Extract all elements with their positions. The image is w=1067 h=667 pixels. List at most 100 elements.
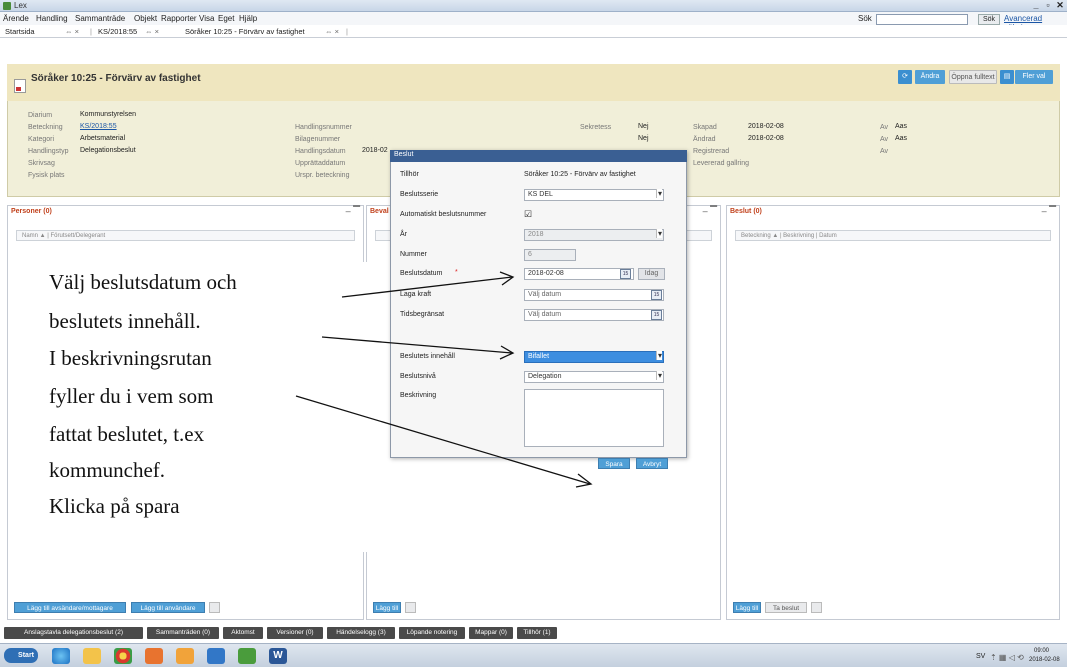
menu-rapporter[interactable]: Rapporter xyxy=(161,14,197,23)
beteckning-link[interactable]: KS/2018:55 xyxy=(80,123,117,130)
add-user-button[interactable]: Lägg till användare xyxy=(131,602,205,613)
open-fulltext-button[interactable]: Öppna fulltext xyxy=(949,70,997,84)
beslutsdatum-calendar-icon[interactable]: 15 xyxy=(620,269,631,279)
laga-kraft-calendar-icon[interactable]: 15 xyxy=(651,290,662,300)
start-button[interactable]: Start xyxy=(4,648,38,663)
maximize-button[interactable]: ▫ xyxy=(1042,0,1054,11)
tab-lopande-notering[interactable]: Löpande notering xyxy=(399,627,465,639)
language-indicator[interactable]: SV xyxy=(976,653,985,660)
menu-sammantrade[interactable]: Sammanträde xyxy=(75,14,125,23)
personer-column-header[interactable]: Namn ▲ | Förutsett/Delegerant xyxy=(16,230,355,241)
annotation-line-5: fattat beslutet, t.ex xyxy=(49,422,205,446)
tab-handelselogg[interactable]: Händelselogg (3) xyxy=(327,627,395,639)
upprattad-label: Upprättaddatum xyxy=(295,160,346,167)
tab-document[interactable]: Söråker 10:25 - Förvärv av fastighet xyxy=(185,27,305,36)
beslut-title: Beslut (0) xyxy=(727,206,1059,218)
registrerad-label: Registrerad xyxy=(693,148,730,155)
add-sender-button[interactable]: Lägg till avsändare/mottagare xyxy=(14,602,126,613)
menu-handling[interactable]: Handling xyxy=(36,14,68,23)
take-decision-button[interactable]: Ta beslut xyxy=(765,602,807,613)
handlingsnummer-label: Handlingsnummer xyxy=(295,124,352,131)
annotation-line-7: Klicka på spara xyxy=(49,494,180,518)
personer-title: Personer (0) xyxy=(8,206,363,218)
handlingstyp-value: Delegationsbeslut xyxy=(80,147,136,154)
minimize-button[interactable]: _ xyxy=(1030,0,1042,11)
folder-icon[interactable] xyxy=(83,648,101,664)
tab-aktomst[interactable]: Aktomst xyxy=(223,627,263,639)
beslut-panel: Beslut (0) – ▔ Beteckning ▲ | Beskrivnin… xyxy=(726,205,1060,620)
tab-versioner[interactable]: Versioner (0) xyxy=(267,627,323,639)
tab-anslagstavla[interactable]: Anslagstavla delegationsbeslut (2) xyxy=(4,627,143,639)
innehall-label: Beslutets innehåll xyxy=(400,353,455,360)
beslutsniva-select[interactable]: Delegation xyxy=(524,371,664,383)
ie-icon[interactable] xyxy=(52,648,70,664)
tidsbegransat-field[interactable]: Välj datum xyxy=(524,309,664,321)
tab-case-controls[interactable]: ⇔ × xyxy=(145,27,159,36)
beslutsserie-label: Beslutsserie xyxy=(400,191,439,198)
tidsbegransat-label: Tidsbegränsat xyxy=(400,311,445,318)
beskrivning-textarea[interactable] xyxy=(524,389,664,447)
tab-case[interactable]: KS/2018:55 xyxy=(98,27,137,36)
chrome-icon[interactable] xyxy=(114,648,132,664)
add-beslut-button[interactable]: Lägg till xyxy=(733,602,761,613)
beslutsdatum-field[interactable]: 2018-02-08 xyxy=(524,268,634,280)
menu-arende[interactable]: Ärende xyxy=(3,14,29,23)
close-button[interactable]: ✕ xyxy=(1054,0,1066,11)
change-button[interactable]: Ändra xyxy=(915,70,945,84)
tab-bar: Startsida ⇔ × | KS/2018:55 ⇔ × Söråker 1… xyxy=(0,25,1067,38)
outlook-calendar-icon[interactable] xyxy=(176,648,194,664)
beslut-column-header[interactable]: Beteckning ▲ | Beskrivning | Datum xyxy=(735,230,1051,241)
skrivsag-label: Skrivsag xyxy=(28,160,55,167)
tab-controls[interactable]: ⇔ × xyxy=(65,27,79,36)
bottom-tab-bar: Anslagstavla delegationsbeslut (2) Samma… xyxy=(0,627,1067,641)
tillhor-label: Tillhör xyxy=(400,171,419,178)
more-options-button[interactable]: Fler val xyxy=(1015,70,1053,84)
tray-icons[interactable]: ⇡ ▦ ◁ ⟲ xyxy=(990,653,1024,662)
menu-hjalp[interactable]: Hjälp xyxy=(239,14,257,23)
app-orange-icon[interactable] xyxy=(145,648,163,664)
auto-number-checkbox[interactable]: ☑ xyxy=(524,209,532,220)
nummer-field: 6 xyxy=(524,249,576,261)
bevakning-extra-icon[interactable] xyxy=(405,602,416,613)
tab-document-controls[interactable]: ⇔ × xyxy=(325,27,339,36)
beslut-extra-icon[interactable] xyxy=(811,602,822,613)
annotation-line-4: fyller du i vem som xyxy=(49,384,214,408)
urspr-beteckning-label: Urspr. beteckning xyxy=(295,172,350,179)
save-button[interactable]: Spara xyxy=(598,458,630,469)
av-label-2: Av xyxy=(880,136,889,143)
tidsbegransat-calendar-icon[interactable]: 15 xyxy=(651,310,662,320)
beslut-minimize-icon[interactable]: – ▔ xyxy=(1042,206,1056,217)
tab-mappar[interactable]: Mappar (0) xyxy=(469,627,513,639)
menu-objekt[interactable]: Objekt xyxy=(134,14,157,23)
av-value-2: Aas xyxy=(895,135,908,142)
lync-icon[interactable] xyxy=(207,648,225,664)
refresh-icon[interactable]: ⟳ xyxy=(898,70,912,84)
tab-startsida[interactable]: Startsida xyxy=(5,27,35,36)
menu-eget[interactable]: Eget xyxy=(218,14,234,23)
word-icon[interactable]: W xyxy=(269,648,287,664)
add-bevakning-button[interactable]: Lägg till xyxy=(373,602,401,613)
idag-button[interactable]: Idag xyxy=(638,268,665,280)
menu-visa[interactable]: Visa xyxy=(199,14,214,23)
bevakning-minimize-icon[interactable]: – ▔ xyxy=(703,206,717,217)
beteckning-label: Beteckning xyxy=(28,124,63,131)
more-options-icon[interactable]: ▤ xyxy=(1000,70,1014,84)
cancel-button[interactable]: Avbryt xyxy=(636,458,668,469)
search-button[interactable]: Sök xyxy=(978,14,1000,25)
levererad-gallring-label: Levererad gallring xyxy=(693,160,750,167)
personer-minimize-icon[interactable]: – ▔ xyxy=(346,206,360,217)
tab-sammantraden[interactable]: Sammanträden (0) xyxy=(147,627,219,639)
window-title: Lex xyxy=(14,1,27,10)
skapad-label: Skapad xyxy=(693,124,717,131)
laga-kraft-field[interactable]: Välj datum xyxy=(524,289,664,301)
lex-app-icon[interactable] xyxy=(238,648,256,664)
handlingstyp-label: Handlingstyp xyxy=(28,148,69,155)
personer-extra-icon[interactable] xyxy=(209,602,220,613)
beslutsniva-label: Beslutsnivå xyxy=(400,373,436,380)
tab-tillhor[interactable]: Tillhör (1) xyxy=(517,627,557,639)
beslutsserie-select[interactable]: KS DEL xyxy=(524,189,664,201)
search-input[interactable] xyxy=(876,14,968,25)
second-nej-value: Nej xyxy=(638,135,649,142)
search-label: Sök xyxy=(858,14,872,23)
innehall-select[interactable]: Bifallet xyxy=(524,351,664,363)
